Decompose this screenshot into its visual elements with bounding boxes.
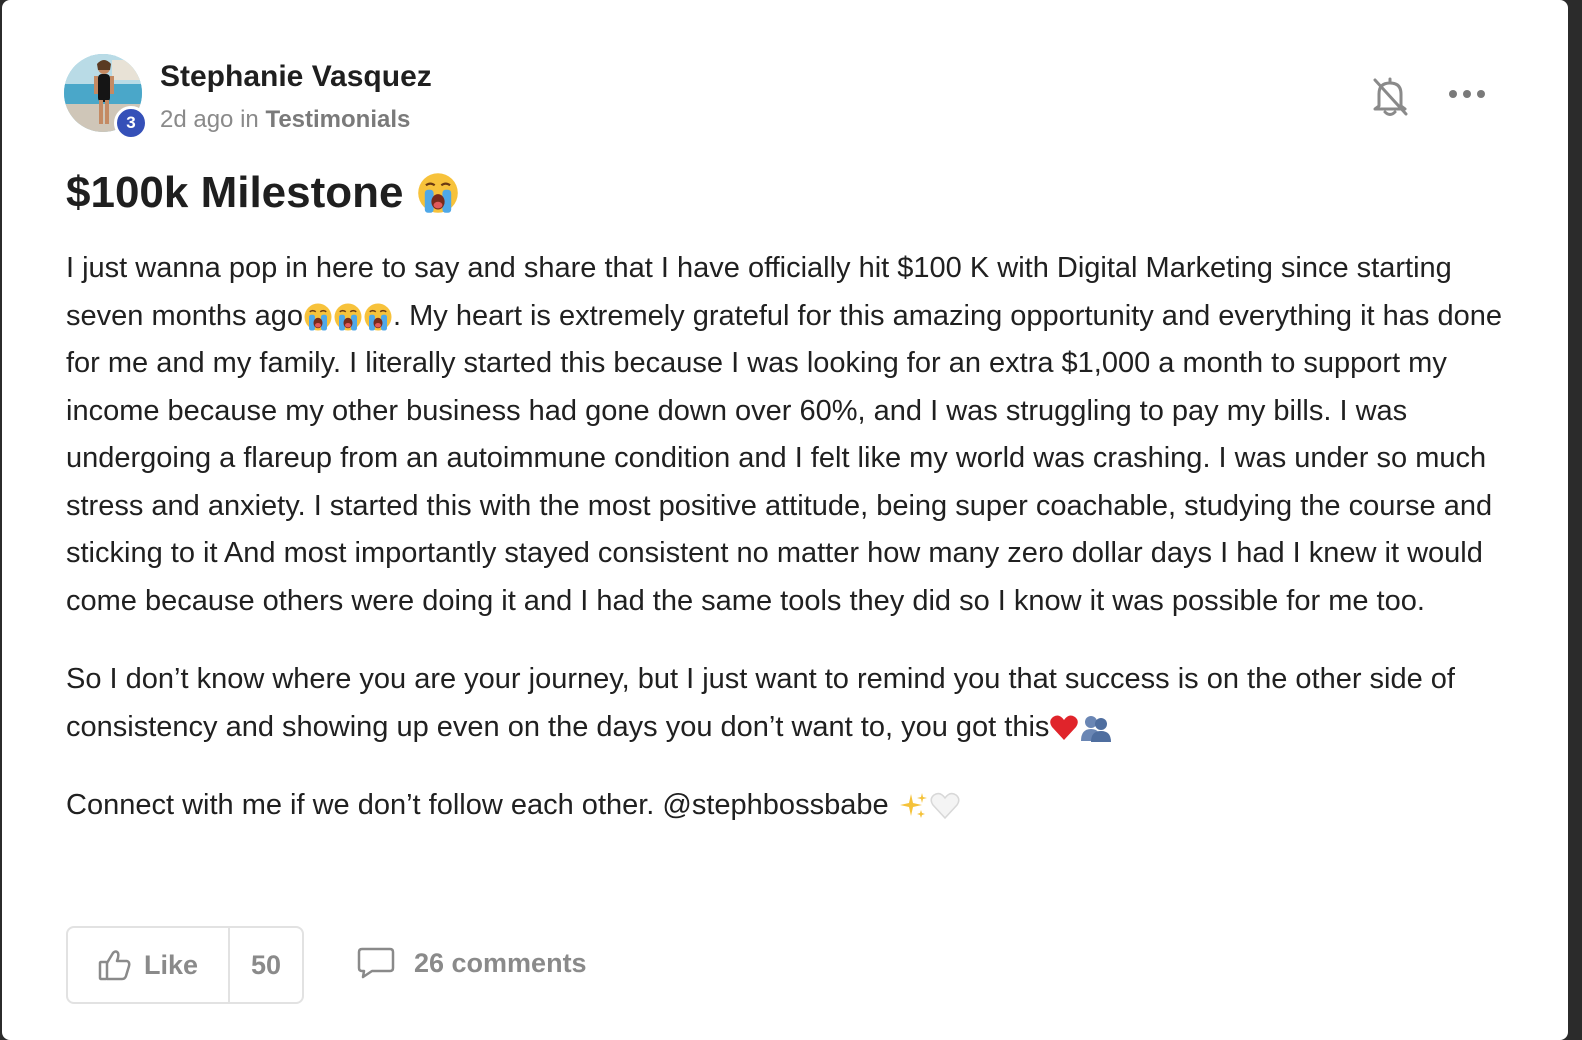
post-category-link[interactable]: Testimonials [265,106,410,133]
paragraph-3-text: Connect with me if we don’t follow each … [66,789,897,821]
crying-face-icon [303,302,333,332]
post-actions: Like 50 26 comments [66,926,766,1006]
crying-face-icon [416,171,460,215]
meta-in-word: in [240,106,259,133]
author-name[interactable]: Stephanie Vasquez [160,60,432,94]
level-badge: 3 [114,106,148,140]
sparkles-icon [899,793,927,819]
more-options-icon[interactable] [1444,82,1490,106]
notifications-off-bell-icon[interactable] [1370,74,1410,118]
post-body: I just wanna pop in here to say and shar… [66,245,1526,861]
comment-bubble-icon [357,947,395,979]
comments-count-label: 26 comments [414,947,587,978]
post-meta: 2d ago in Testimonials [160,106,410,134]
like-button[interactable]: Like [68,928,230,1002]
paragraph-1-text-end: . My heart is extremely grateful for thi… [66,299,1502,617]
author-avatar-wrapper[interactable]: 3 [64,54,148,140]
post-title: $100k Milestone [66,168,460,218]
like-control: Like 50 [66,926,304,1004]
post-header: 3 Stephanie Vasquez 2d ago in Testimonia… [64,52,1514,142]
post-paragraph: So I don’t know where you are your journ… [66,656,1526,751]
post-time: 2d ago [160,106,234,133]
busts-in-silhouette-icon [1081,715,1112,742]
red-heart-icon [1050,715,1079,740]
crying-face-icon [333,302,363,332]
post-paragraph: Connect with me if we don’t follow each … [66,782,1526,830]
like-label: Like [143,949,199,980]
thumbs-up-icon [98,950,131,981]
crying-face-icon [363,302,393,332]
comments-button[interactable]: 26 comments [356,946,587,980]
white-heart-icon [930,793,960,820]
like-count[interactable]: 50 [230,928,302,1002]
post-card: 3 Stephanie Vasquez 2d ago in Testimonia… [2,0,1568,1040]
post-paragraph: I just wanna pop in here to say and shar… [66,245,1526,625]
paragraph-2-text: So I don’t know where you are your journ… [66,663,1455,743]
post-title-text: $100k Milestone [66,168,404,217]
